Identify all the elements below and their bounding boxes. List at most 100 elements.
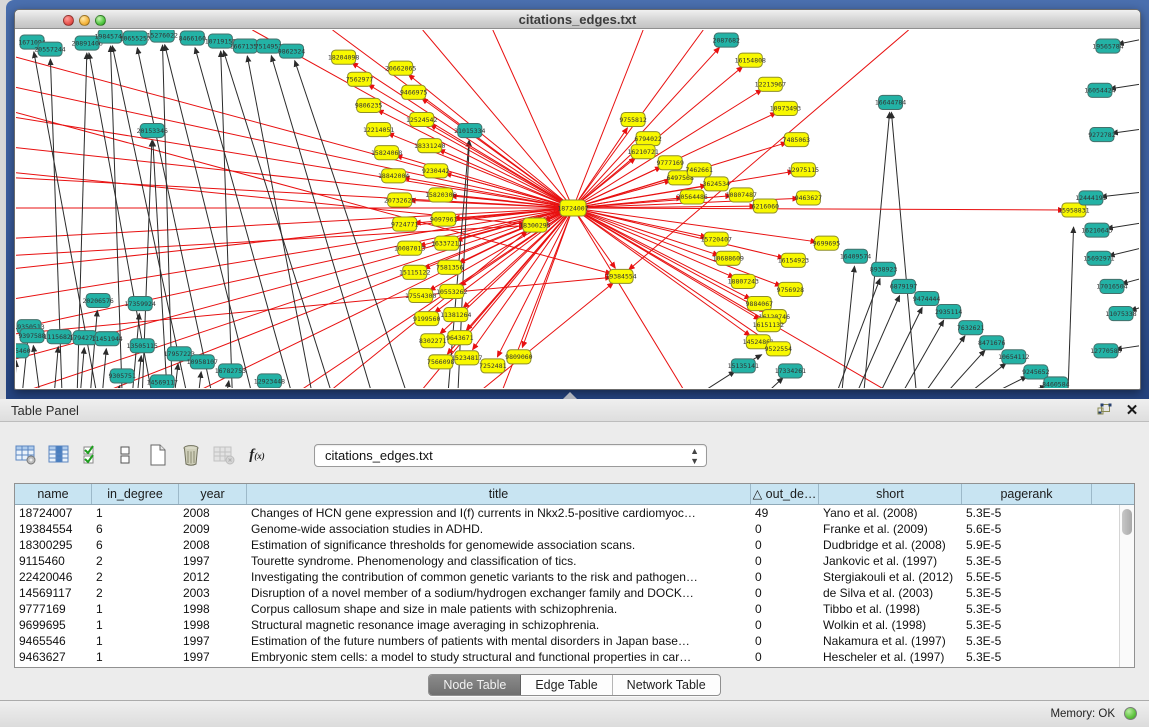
graph-node[interactable]: 9097961 — [430, 212, 457, 226]
graph-node[interactable]: 7632621 — [957, 321, 984, 335]
table-row[interactable]: 946362711997Embryonic stem cells: a mode… — [15, 649, 1134, 665]
table-cell[interactable]: 1998 — [179, 617, 247, 633]
table-cell[interactable]: 5.3E-5 — [962, 601, 1092, 617]
table-cell[interactable]: 0 — [751, 585, 819, 601]
table-row[interactable]: 946554611997Estimation of the future num… — [15, 633, 1134, 649]
table-cell[interactable]: 19384554 — [15, 521, 92, 537]
table-cell[interactable]: 2 — [92, 553, 179, 569]
graph-node[interactable]: 7485063 — [783, 133, 810, 147]
graph-node[interactable]: 10087013 — [394, 241, 425, 255]
table-cell[interactable]: 9465546 — [15, 633, 92, 649]
graph-node[interactable]: 15720407 — [701, 232, 732, 246]
graph-node[interactable]: 15115122 — [399, 265, 430, 279]
graph-node[interactable]: 8471676 — [978, 336, 1005, 350]
graph-node[interactable]: 21015334 — [454, 124, 485, 138]
graph-node[interactable]: 12923448 — [254, 374, 285, 388]
column-header-name[interactable]: name — [15, 484, 92, 504]
graph-node[interactable]: 20564486 — [677, 190, 708, 204]
graph-node[interactable]: 16782753 — [215, 364, 246, 378]
graph-node[interactable]: 18724007 — [557, 200, 588, 216]
graph-node[interactable]: 9466975 — [400, 85, 427, 99]
graph-node[interactable]: 15135141 — [728, 359, 759, 373]
graph-node[interactable]: 15824068 — [371, 146, 402, 160]
graph-node[interactable]: 16210721 — [627, 145, 658, 159]
graph-node[interactable]: 9756928 — [777, 282, 804, 296]
table-cell[interactable]: Disruption of a novel member of a sodium… — [247, 585, 751, 601]
column-header-short[interactable]: short — [819, 484, 962, 504]
table-settings-icon[interactable] — [14, 443, 38, 467]
table-cell[interactable]: Nakamura et al. (1997) — [819, 633, 962, 649]
network-window-titlebar[interactable]: citations_edges.txt — [15, 10, 1140, 29]
graph-node[interactable]: 9272782 — [1088, 128, 1115, 142]
graph-node[interactable]: 9884067 — [746, 296, 773, 310]
table-cell[interactable]: 9777169 — [15, 601, 92, 617]
table-cell[interactable]: 9463627 — [15, 649, 92, 665]
graph-node[interactable]: 10807487 — [726, 188, 757, 202]
graph-node[interactable]: 11075338 — [1105, 307, 1136, 321]
graph-node[interactable]: 20732625 — [384, 193, 415, 207]
select-columns-icon[interactable] — [47, 443, 71, 467]
graph-node[interactable]: 9755812 — [619, 112, 646, 126]
table-cell[interactable]: 14569117 — [15, 585, 92, 601]
table-cell[interactable]: 2008 — [179, 505, 247, 521]
graph-node[interactable]: 8302271 — [419, 334, 446, 348]
table-row[interactable]: 911546021997Tourette syndrome. Phenomeno… — [15, 553, 1134, 569]
graph-node[interactable]: 3624534 — [703, 177, 730, 191]
table-cell[interactable]: 0 — [751, 601, 819, 617]
table-cell[interactable]: Investigating the contribution of common… — [247, 569, 751, 585]
graph-node[interactable]: 18204098 — [328, 50, 359, 64]
table-cell[interactable]: 1 — [92, 601, 179, 617]
row-height-icon[interactable] — [113, 443, 137, 467]
graph-node[interactable]: 6794022 — [634, 132, 661, 146]
graph-node[interactable]: 10973493 — [770, 101, 801, 115]
table-cell[interactable]: 0 — [751, 617, 819, 633]
graph-node[interactable]: 12213967 — [755, 77, 786, 91]
table-cell[interactable]: 0 — [751, 521, 819, 537]
table-cell[interactable]: Jankovic et al. (1997) — [819, 553, 962, 569]
table-cell[interactable]: 5.3E-5 — [962, 633, 1092, 649]
new-table-icon[interactable] — [146, 443, 170, 467]
table-cell[interactable]: 2012 — [179, 569, 247, 585]
graph-node[interactable]: 9305751 — [108, 369, 135, 383]
graph-node[interactable]: 15820306 — [425, 188, 456, 202]
graph-node[interactable]: 7581356 — [436, 260, 463, 274]
graph-node[interactable]: 8938923 — [870, 262, 897, 276]
graph-node[interactable]: 19384554 — [605, 269, 636, 283]
graph-node[interactable]: 16409574 — [840, 249, 871, 263]
table-cell[interactable]: 1998 — [179, 601, 247, 617]
column-header-out_de[interactable]: △ out_de… — [751, 484, 819, 504]
table-row[interactable]: 977716911998Corpus callosum shape and si… — [15, 601, 1134, 617]
table-cell[interactable]: 9115460 — [15, 553, 92, 569]
select-all-columns-icon[interactable] — [80, 443, 104, 467]
table-cell[interactable]: 18300295 — [15, 537, 92, 553]
graph-node[interactable]: 17334261 — [775, 364, 806, 378]
table-row[interactable]: 969969511998Structural magnetic resonanc… — [15, 617, 1134, 633]
table-cell[interactable]: Yano et al. (2008) — [819, 505, 962, 521]
graph-node[interactable]: 17016504 — [1096, 279, 1127, 293]
column-header-in_degree[interactable]: in_degree — [92, 484, 179, 504]
table-selector-dropdown[interactable]: citations_edges.txt ▲▼ — [314, 444, 707, 467]
scrollbar-thumb[interactable] — [1122, 509, 1132, 535]
graph-node[interactable]: 9474444 — [913, 291, 940, 305]
table-cell[interactable]: 49 — [751, 505, 819, 521]
table-cell[interactable]: 5.9E-5 — [962, 537, 1092, 553]
table-cell[interactable]: Hescheler et al. (1997) — [819, 649, 962, 665]
graph-node[interactable]: 16154923 — [778, 253, 809, 267]
graph-node[interactable]: 12214051 — [363, 123, 394, 137]
graph-node[interactable]: 9699695 — [813, 236, 840, 250]
delete-table-icon[interactable] — [179, 443, 203, 467]
graph-node[interactable]: 18842004 — [378, 169, 409, 183]
table-row[interactable]: 1830029562008Estimation of significance … — [15, 537, 1134, 553]
table-cell[interactable]: 0 — [751, 569, 819, 585]
table-cell[interactable]: 5.3E-5 — [962, 617, 1092, 633]
table-cell[interactable]: Corpus callosum shape and size in male p… — [247, 601, 751, 617]
table-row[interactable]: 1456911722003Disruption of a novel membe… — [15, 585, 1134, 601]
graph-node[interactable]: 16154808 — [735, 53, 766, 67]
table-cell[interactable]: 5.6E-5 — [962, 521, 1092, 537]
table-cell[interactable]: 1 — [92, 505, 179, 521]
graph-node[interactable]: 20153346 — [137, 124, 168, 138]
graph-node[interactable]: 9199560 — [413, 312, 440, 326]
graph-node[interactable]: 9230442 — [422, 164, 449, 178]
float-panel-icon[interactable] — [1095, 401, 1113, 419]
graph-node[interactable]: 11451944 — [91, 332, 122, 346]
